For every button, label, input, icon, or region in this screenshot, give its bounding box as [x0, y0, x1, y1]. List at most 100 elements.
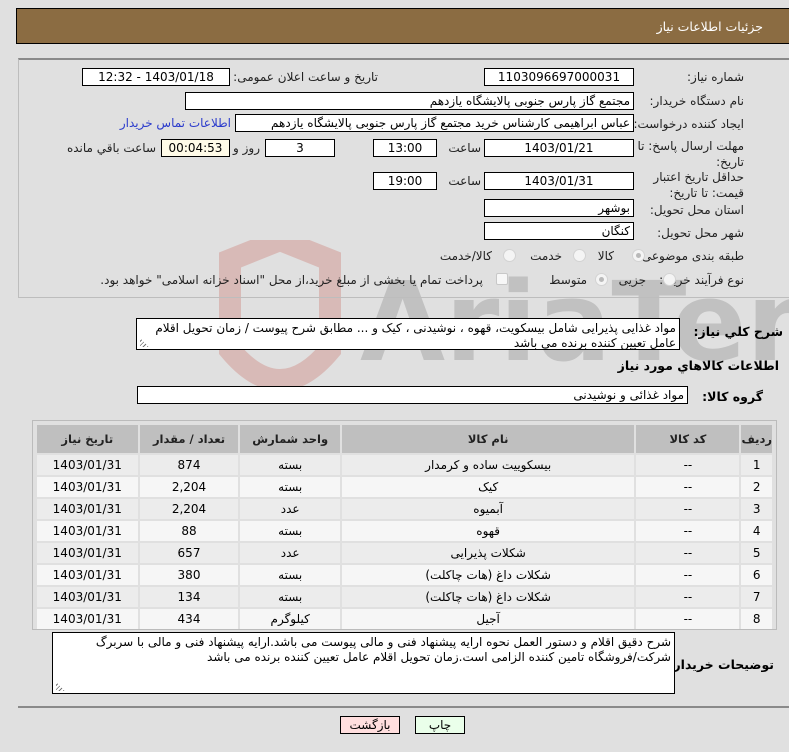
resize-grip-icon[interactable] [56, 682, 65, 691]
category-radio-service[interactable] [573, 249, 586, 262]
cell-name: شکلات داغ (هات چاکلت) [341, 587, 635, 607]
cell-date: 1403/01/31 [37, 521, 138, 541]
table-row: 6 -- شکلات داغ (هات چاکلت) بسته 380 1403/01/3… [37, 565, 772, 585]
description-text: مواد غذایی پذیرایی شامل بیسکویت، قهوه ، … [155, 321, 676, 350]
cell-name: شکلات داغ (هات چاکلت) [341, 565, 635, 585]
deadline-label: مهلت ارسال پاسخ: تا تاریخ: [637, 139, 744, 169]
table-row: 3 -- آبمیوه عدد 2,204 1403/01/31 [37, 499, 772, 519]
cell-row: 2 [741, 477, 772, 497]
need-number-label: شماره نیاز: [687, 70, 744, 84]
cell-unit: بسته [240, 587, 340, 607]
category-radio-goods[interactable] [632, 249, 645, 262]
cell-unit: بسته [240, 565, 340, 585]
category-option-goods-service: کالا/خدمت [439, 249, 492, 263]
buyer-contact-link[interactable]: اطلاعات تماس خریدار [120, 116, 231, 130]
footer-divider [18, 706, 789, 708]
announce-date-label: تاریخ و ساعت اعلان عمومی: [233, 70, 378, 84]
col-unit: واحد شمارش [240, 425, 340, 453]
price-validity-time-field[interactable]: 19:00 [373, 172, 437, 190]
cell-unit: عدد [240, 543, 340, 563]
cell-code: -- [636, 543, 740, 563]
cell-code: -- [636, 565, 740, 585]
buyer-notes-text: شرح دقیق اقلام و دستور العمل نحوه ارایه … [95, 635, 671, 664]
table-header-row: ردیف کد کالا نام کالا واحد شمارش تعداد /… [37, 425, 772, 453]
treasury-payment-note: پرداخت تمام یا بخشی از مبلغ خرید،از محل … [100, 273, 483, 287]
cell-code: -- [636, 609, 740, 629]
col-date: تاریخ نیاز [37, 425, 138, 453]
buyer-org-field[interactable]: مجتمع گاز پارس جنوبی پالایشگاه یازدهم [185, 92, 634, 110]
goods-group-field[interactable]: مواد غذائی و نوشیدنی [137, 386, 688, 404]
treasury-payment-checkbox[interactable] [496, 273, 508, 285]
col-row: ردیف [741, 425, 772, 453]
city-field[interactable]: کنگان [484, 222, 634, 240]
cell-qty: 657 [139, 543, 239, 563]
cell-unit: کیلوگرم [240, 609, 340, 629]
back-button[interactable]: بازگشت [340, 716, 400, 734]
cell-code: -- [636, 521, 740, 541]
category-label: طبقه بندی موضوعی: [637, 249, 744, 263]
cell-row: 6 [741, 565, 772, 585]
page-title: جزئیات اطلاعات نیاز [656, 19, 763, 34]
process-option-minor: جزیی [618, 273, 646, 287]
time-remaining-field: 00:04:53 [161, 139, 230, 157]
need-number-field[interactable]: 1103096697000031 [484, 68, 634, 86]
price-validity-date-field[interactable]: 1403/01/31 [484, 172, 634, 190]
cell-qty: 434 [139, 609, 239, 629]
days-remaining-field: 3 [265, 139, 335, 157]
time-remaining-label: ساعت باقي مانده [66, 141, 156, 155]
buyer-notes-label: توضیحات خریدار: [668, 657, 774, 672]
process-radio-minor[interactable] [663, 273, 676, 286]
cell-name: قهوه [341, 521, 635, 541]
cell-name: شکلات پذیرایی [341, 543, 635, 563]
table-row: 7 -- شکلات داغ (هات چاکلت) بسته 134 1403/01/3… [37, 587, 772, 607]
cell-name: آجیل [341, 609, 635, 629]
announce-date-field[interactable]: 1403/01/18 - 12:32 [82, 68, 230, 86]
cell-row: 3 [741, 499, 772, 519]
cell-qty: 2,204 [139, 477, 239, 497]
cell-date: 1403/01/31 [37, 565, 138, 585]
print-button[interactable]: چاپ [415, 716, 465, 734]
page-header: جزئیات اطلاعات نیاز [16, 8, 789, 44]
deadline-date-field[interactable]: 1403/01/21 [484, 139, 634, 157]
description-textarea[interactable]: مواد غذایی پذیرایی شامل بیسکویت، قهوه ، … [136, 318, 680, 350]
process-radio-medium[interactable] [595, 273, 608, 286]
province-label: استان محل تحویل: [649, 203, 744, 217]
cell-row: 1 [741, 455, 772, 475]
cell-qty: 88 [139, 521, 239, 541]
category-radio-goods-service[interactable] [503, 249, 516, 262]
goods-section-title: اطلاعات کالاهاي مورد نياز [617, 358, 779, 373]
cell-date: 1403/01/31 [37, 609, 138, 629]
city-label: شهر محل تحویل: [657, 226, 744, 240]
col-code: کد کالا [636, 425, 740, 453]
cell-unit: عدد [240, 499, 340, 519]
cell-date: 1403/01/31 [37, 543, 138, 563]
table-row: 5 -- شکلات پذیرایی عدد 657 1403/01/31 [37, 543, 772, 563]
cell-date: 1403/01/31 [37, 499, 138, 519]
creator-label: ایجاد کننده درخواست: [633, 117, 744, 131]
creator-field[interactable]: عباس ابراهیمی کارشناس خرید مجتمع گاز پار… [235, 114, 634, 132]
category-option-goods: کالا [597, 249, 614, 263]
cell-row: 7 [741, 587, 772, 607]
table-row: 8 -- آجیل کیلوگرم 434 1403/01/31 [37, 609, 772, 629]
goods-group-label: گروه کالا: [702, 389, 763, 404]
cell-qty: 874 [139, 455, 239, 475]
cell-code: -- [636, 455, 740, 475]
resize-grip-icon[interactable] [140, 338, 149, 347]
col-name: نام کالا [341, 425, 635, 453]
buyer-notes-textarea[interactable]: شرح دقیق اقلام و دستور العمل نحوه ارایه … [52, 632, 675, 694]
deadline-time-label: ساعت [448, 141, 481, 155]
cell-code: -- [636, 499, 740, 519]
province-field[interactable]: بوشهر [484, 199, 634, 217]
cell-date: 1403/01/31 [37, 455, 138, 475]
cell-code: -- [636, 587, 740, 607]
cell-name: آبمیوه [341, 499, 635, 519]
cell-date: 1403/01/31 [37, 477, 138, 497]
price-validity-time-label: ساعت [448, 174, 481, 188]
deadline-time-field[interactable]: 13:00 [373, 139, 437, 157]
col-qty: تعداد / مقدار [139, 425, 239, 453]
buyer-org-label: نام دستگاه خریدار: [649, 94, 745, 108]
category-option-service: خدمت [530, 249, 562, 263]
table-row: 1 -- بیسکوییت ساده و کرمدار بسته 874 1403/01/… [37, 455, 772, 475]
cell-date: 1403/01/31 [37, 587, 138, 607]
process-option-medium: متوسط [549, 273, 587, 287]
